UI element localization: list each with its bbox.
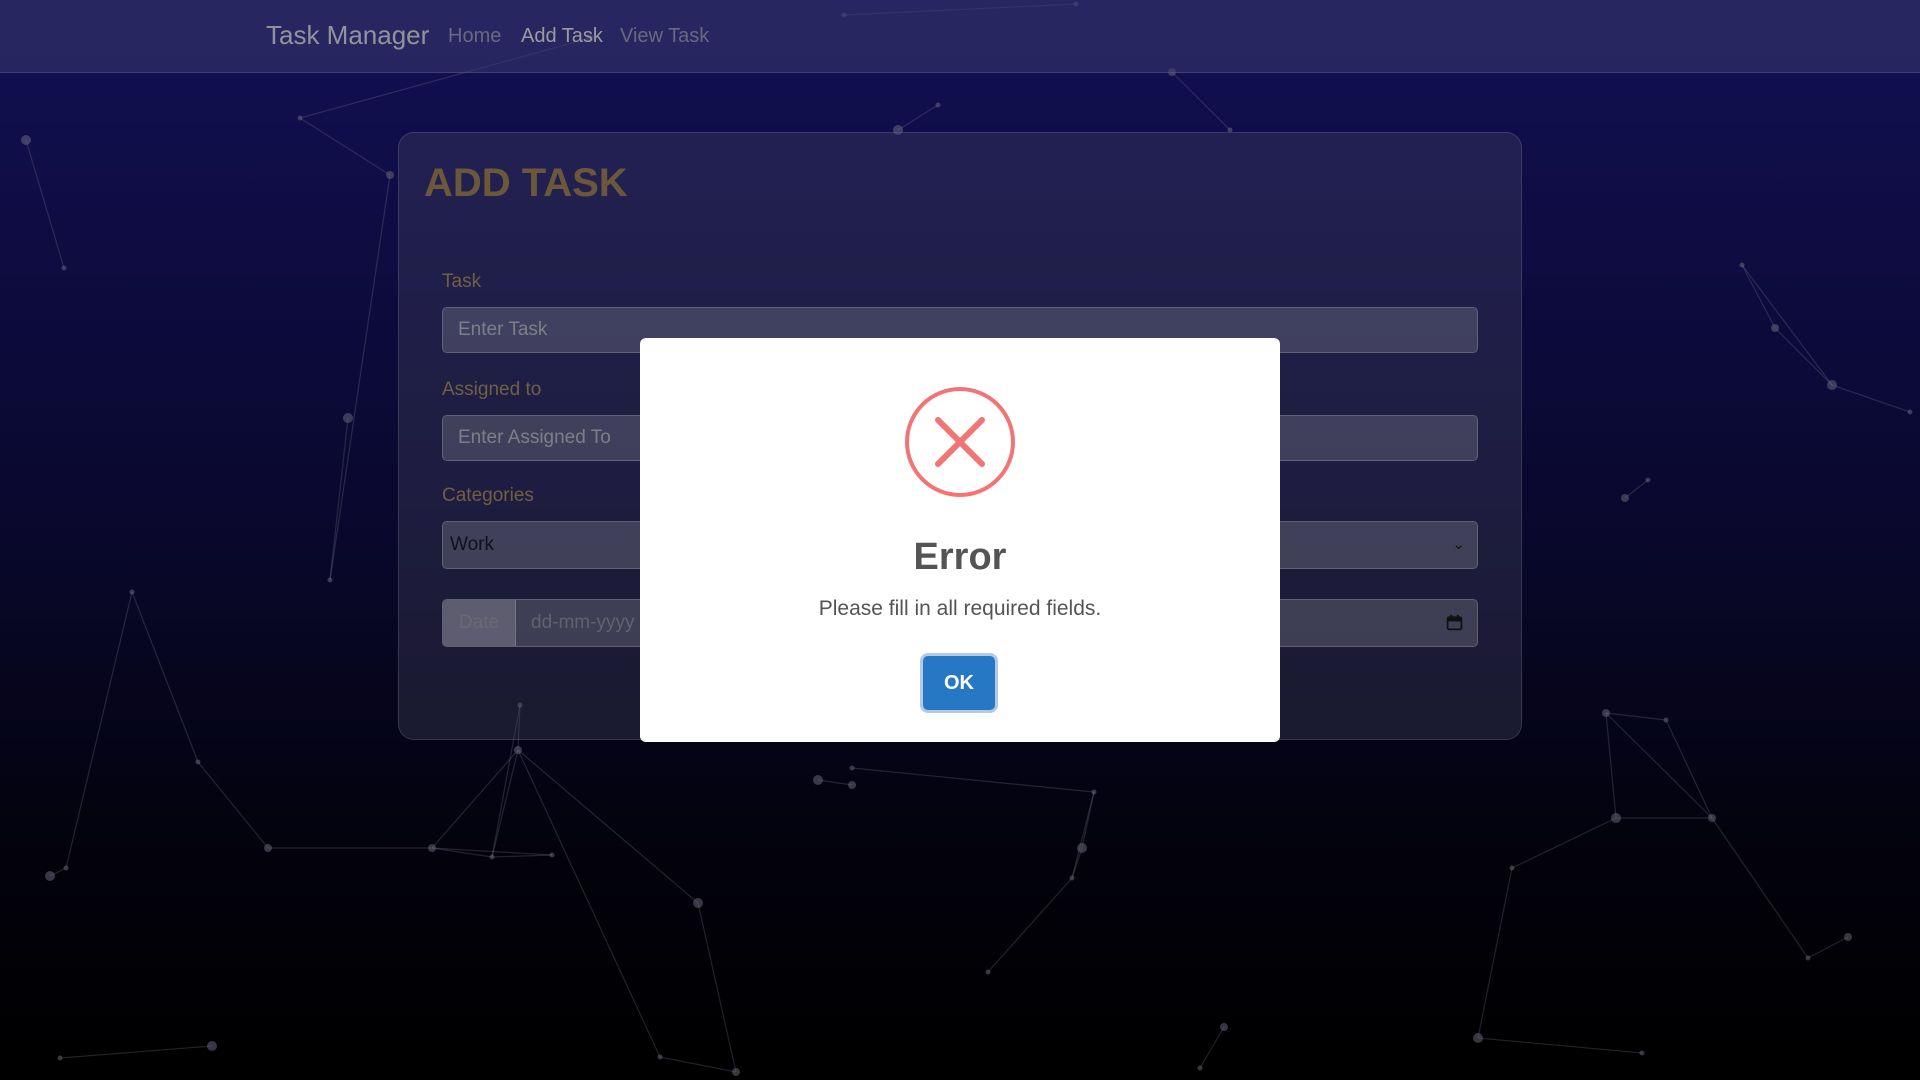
error-x-icon (905, 387, 1015, 497)
error-dialog: Error Please fill in all required fields… (640, 338, 1280, 742)
dialog-title: Error (913, 536, 1007, 578)
ok-button[interactable]: OK (923, 656, 995, 710)
dialog-message: Please fill in all required fields. (818, 597, 1102, 620)
